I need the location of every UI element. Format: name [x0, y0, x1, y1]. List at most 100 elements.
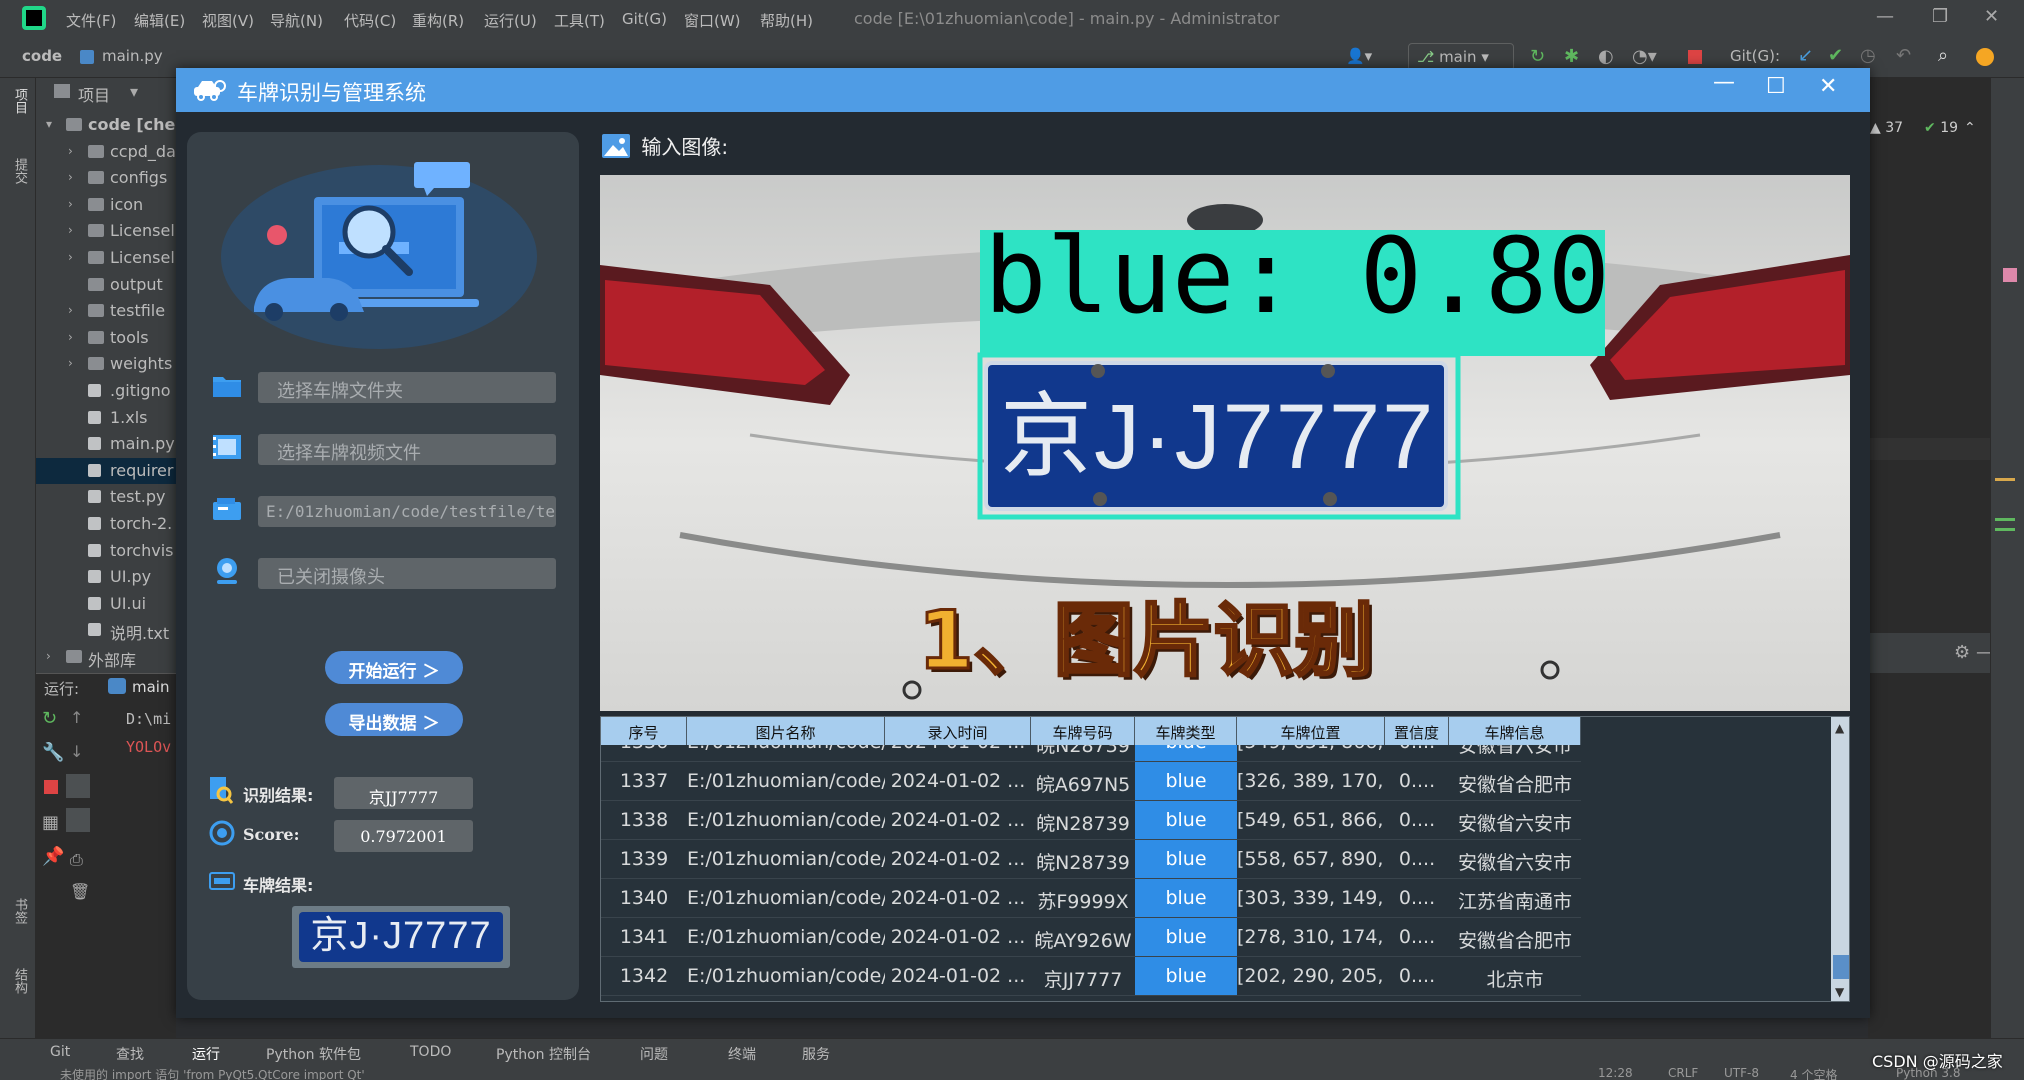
minimize-icon[interactable]: —	[1713, 70, 1735, 95]
scroll-end-icon[interactable]	[66, 808, 90, 832]
chevron-up-icon[interactable]: ⌃	[1964, 120, 1976, 136]
image-file-icon[interactable]	[211, 496, 243, 524]
coverage-icon[interactable]: ◐	[1598, 46, 1614, 67]
stop-icon[interactable]	[1688, 50, 1702, 64]
user-icon[interactable]: 👤▾	[1346, 47, 1372, 65]
run-config-name[interactable]: main	[132, 678, 169, 696]
gear-icon[interactable]: ⚙	[1954, 642, 1970, 663]
tree-item[interactable]: › testfile	[36, 298, 176, 324]
bottom-tab[interactable]: 服务	[802, 1044, 830, 1064]
bottom-tab[interactable]: Git	[50, 1044, 70, 1060]
table-scrollbar[interactable]: ▲ ▼	[1831, 717, 1849, 1001]
scroll-thumb[interactable]	[1833, 955, 1849, 979]
rerun-icon[interactable]: ↻	[1530, 46, 1545, 67]
export-data-button[interactable]: 导出数据 ＞	[325, 703, 463, 736]
git-commit-icon[interactable]: ✔	[1828, 45, 1843, 66]
layout-icon[interactable]: ▦	[42, 812, 59, 833]
menu-item[interactable]: 导航(N)	[270, 10, 323, 31]
video-file-icon[interactable]	[211, 433, 243, 461]
chevron-right-icon[interactable]: ›	[46, 649, 51, 663]
status-caret[interactable]: 12:28	[1598, 1066, 1633, 1080]
column-header[interactable]: 车牌信息	[1449, 717, 1581, 745]
bookmarks-tool-tab[interactable]: 书签	[10, 898, 29, 924]
breadcrumb-project[interactable]: code	[22, 47, 62, 65]
bottom-tab[interactable]: 运行	[192, 1044, 220, 1064]
chevron-down-icon[interactable]: ▾	[46, 117, 52, 131]
git-update-icon[interactable]: ↙	[1798, 45, 1813, 66]
structure-tool-tab[interactable]: 结构	[10, 968, 29, 994]
project-tool-tab[interactable]: 项目	[10, 88, 29, 114]
print-icon[interactable]: ⎙	[70, 850, 83, 870]
restore-icon[interactable]: ❐	[1932, 6, 1948, 27]
column-header[interactable]: 录入时间	[885, 717, 1031, 745]
tree-item[interactable]: 说明.txt	[36, 617, 176, 643]
chevron-right-icon[interactable]: ›	[68, 170, 73, 184]
tree-item[interactable]: › weights	[36, 351, 176, 377]
column-header[interactable]: 置信度	[1385, 717, 1449, 745]
table-row[interactable]: 1340 E:/01zhuomian/code/... 2024-01-02 ...…	[601, 879, 1831, 918]
chevron-right-icon[interactable]: ›	[68, 303, 73, 317]
menu-item[interactable]: 窗口(W)	[684, 10, 741, 31]
bottom-tab[interactable]: 问题	[640, 1044, 668, 1064]
scroll-down-icon[interactable]: ▼	[1835, 985, 1844, 999]
menu-item[interactable]: 帮助(H)	[760, 10, 813, 31]
pin-icon[interactable]: 📌	[42, 846, 64, 867]
table-row[interactable]: 1342 E:/01zhuomian/code/... 2024-01-02 ...…	[601, 957, 1831, 996]
wrench-icon[interactable]: 🔧	[42, 742, 64, 763]
tree-item[interactable]: output	[36, 272, 176, 298]
soft-wrap-icon[interactable]	[66, 774, 90, 798]
column-header[interactable]: 车牌位置	[1237, 717, 1385, 745]
folder-icon[interactable]	[211, 371, 243, 399]
revert-icon[interactable]: ↶	[1896, 45, 1911, 66]
menu-item[interactable]: 视图(V)	[202, 10, 254, 31]
bottom-tab[interactable]: Python 软件包	[266, 1044, 361, 1064]
down-arrow-icon[interactable]: ↓	[70, 742, 83, 761]
chevron-right-icon[interactable]: ›	[68, 250, 73, 264]
folder-input[interactable]: 选择车牌文件夹	[258, 372, 556, 403]
profile-icon[interactable]: ◔▾	[1632, 46, 1657, 67]
table-row[interactable]: 1339 E:/01zhuomian/code/... 2024-01-02 ...…	[601, 840, 1831, 879]
close-icon[interactable]: ✕	[1819, 74, 1837, 99]
chevron-right-icon[interactable]: ›	[68, 144, 73, 158]
camera-input[interactable]: 已关闭摄像头	[258, 558, 556, 589]
column-header[interactable]: 车牌号码	[1031, 717, 1135, 745]
column-header[interactable]: 序号	[601, 717, 687, 745]
stop-icon[interactable]	[44, 780, 58, 794]
chevron-right-icon[interactable]: ›	[68, 356, 73, 370]
start-run-button[interactable]: 开始运行 ＞	[325, 651, 463, 684]
status-indent[interactable]: 4 个空格	[1790, 1066, 1837, 1080]
commit-tool-tab[interactable]: 提交	[10, 158, 29, 184]
scroll-up-icon[interactable]: ▲	[1835, 721, 1844, 735]
tree-item[interactable]: UI.ui	[36, 591, 176, 617]
tree-item[interactable]: .gitigno	[36, 378, 176, 404]
trash-icon[interactable]: 🗑	[70, 882, 90, 901]
check-count[interactable]: ✔ 19	[1924, 120, 1958, 136]
tree-item[interactable]: › Licensel	[36, 218, 176, 244]
tree-item[interactable]: › icon	[36, 192, 176, 218]
menu-item[interactable]: 代码(C)	[344, 10, 396, 31]
menu-item[interactable]: 文件(F)	[66, 10, 116, 31]
up-arrow-icon[interactable]: ↑	[70, 708, 83, 727]
history-icon[interactable]: ◷	[1860, 45, 1876, 66]
tree-item[interactable]: › 外部库	[36, 644, 176, 670]
project-panel-title[interactable]: 项目	[78, 82, 110, 106]
minimize-icon[interactable]: —	[1876, 6, 1894, 27]
table-row[interactable]: 1341 E:/01zhuomian/code/... 2024-01-02 ...…	[601, 918, 1831, 957]
chevron-right-icon[interactable]: ›	[68, 330, 73, 344]
close-icon[interactable]: ✕	[1984, 6, 1999, 27]
menu-item[interactable]: 重构(R)	[412, 10, 464, 31]
branch-selector[interactable]: ⎇ main ▾	[1408, 43, 1514, 71]
status-encoding[interactable]: UTF-8	[1724, 1066, 1759, 1080]
tree-item[interactable]: ▾ code [chep	[36, 112, 176, 138]
search-icon[interactable]: ⌕	[1938, 45, 1948, 66]
chevron-down-icon[interactable]: ▾	[130, 82, 138, 101]
tree-item[interactable]: › configs	[36, 165, 176, 191]
tree-item[interactable]: › Licensel	[36, 245, 176, 271]
tree-item[interactable]: torch-2.	[36, 511, 176, 537]
tree-item[interactable]: test.py	[36, 484, 176, 510]
column-header[interactable]: 图片名称	[687, 717, 885, 745]
tree-item[interactable]: 1.xls	[36, 405, 176, 431]
camera-icon[interactable]	[211, 557, 243, 585]
menu-item[interactable]: 编辑(E)	[134, 10, 185, 31]
chevron-right-icon[interactable]: ›	[68, 223, 73, 237]
